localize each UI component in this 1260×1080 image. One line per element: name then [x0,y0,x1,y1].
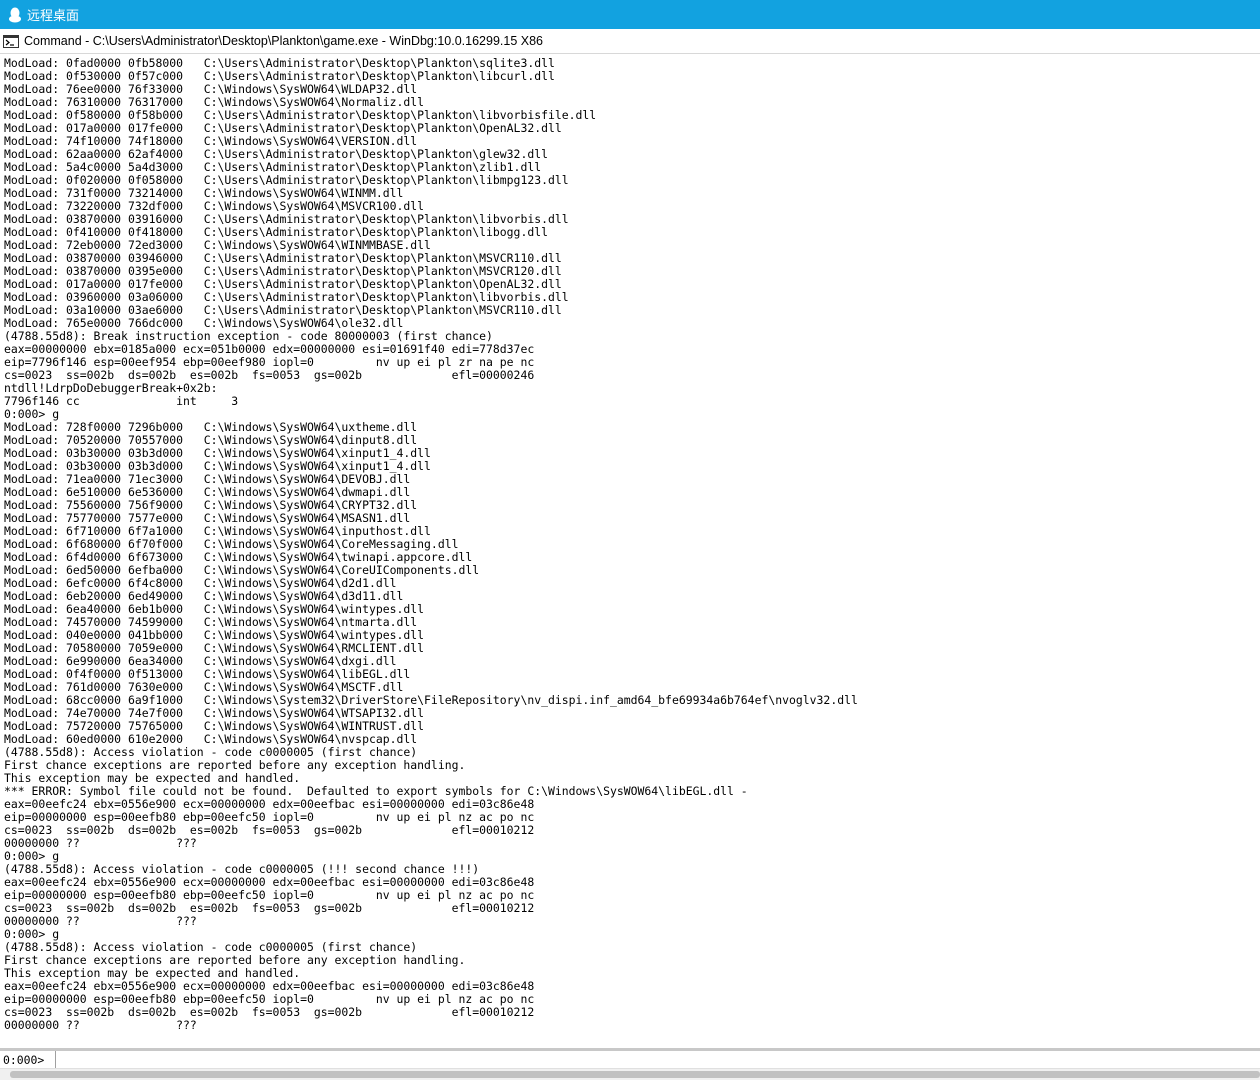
debugger-output-text: ModLoad: 0fad0000 0fb58000 C:\Users\Admi… [4,57,858,1032]
command-input[interactable] [56,1051,1260,1068]
output-line: 00000000 ?? ??? [4,836,197,850]
output-line: 7796f146 cc int 3 [4,394,239,408]
command-bar: 0:000> [0,1051,1260,1069]
horizontal-scrollbar[interactable] [0,1069,1260,1080]
command-window-titlebar: Command - C:\Users\Administrator\Desktop… [0,29,1260,54]
horizontal-scrollbar-thumb[interactable] [10,1071,1260,1078]
output-line: 00000000 ?? ??? [4,914,197,928]
remote-desktop-titlebar: 远程桌面 [0,0,1260,29]
command-window-icon [3,34,19,48]
output-line: 00000000 ?? ??? [4,1018,197,1032]
remote-desktop-title: 远程桌面 [27,8,80,23]
debugger-output-pane[interactable]: ModLoad: 0fad0000 0fb58000 C:\Users\Admi… [0,54,1260,1048]
command-window-title: Command - C:\Users\Administrator\Desktop… [24,34,543,48]
command-prompt: 0:000> [0,1051,56,1068]
penguin-icon [9,7,21,22]
